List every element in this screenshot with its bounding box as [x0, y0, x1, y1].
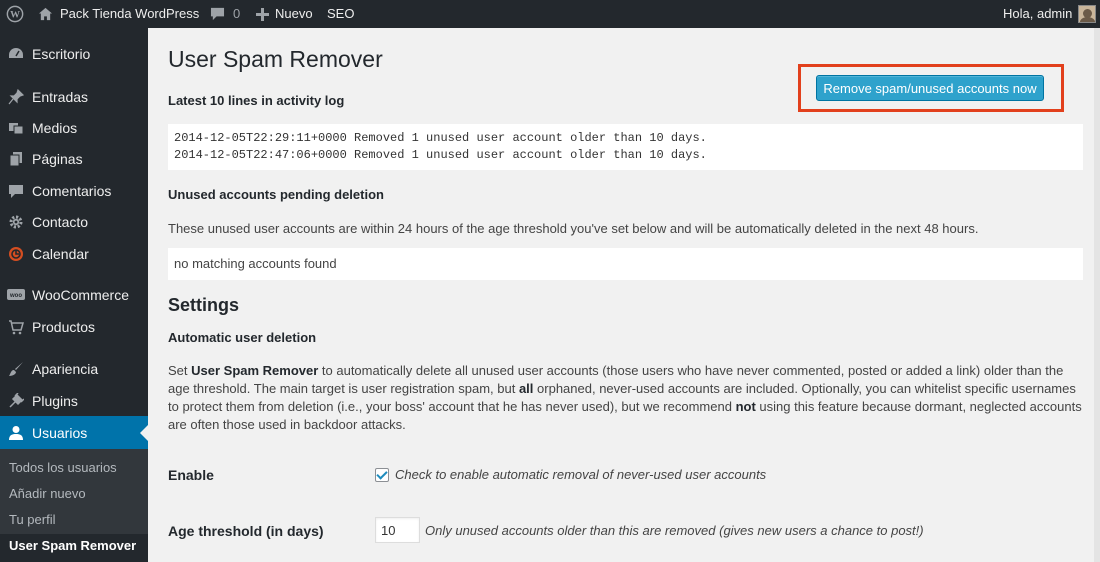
- submenu-user-spam-remover[interactable]: User Spam Remover: [9, 538, 136, 553]
- sidebar-item-plugins[interactable]: Plugins: [0, 386, 148, 416]
- sidebar-item-comentarios[interactable]: Comentarios: [0, 176, 148, 206]
- comments-count: 0: [233, 6, 241, 21]
- sidebar-item-label: Páginas: [32, 151, 83, 167]
- remove-spam-button[interactable]: Remove spam/unused accounts now: [816, 75, 1044, 101]
- sidebar-item-entradas[interactable]: Entradas: [0, 82, 148, 112]
- comments-link[interactable]: 0: [210, 0, 240, 28]
- sidebar-item-calendar[interactable]: Calendar: [0, 239, 148, 269]
- woocommerce-icon: woo: [6, 285, 26, 305]
- submenu-anadir-nuevo[interactable]: Añadir nuevo: [9, 486, 86, 501]
- age-threshold-input[interactable]: [375, 517, 420, 543]
- sidebar-item-usuarios[interactable]: Usuarios: [0, 416, 148, 450]
- new-content-link[interactable]: Nuevo: [256, 0, 313, 28]
- my-account-link[interactable]: Hola, admin: [1003, 0, 1097, 28]
- main-content: User Spam Remover Remove spam/unused acc…: [148, 28, 1094, 562]
- sidebar-item-apariencia[interactable]: Apariencia: [0, 354, 148, 384]
- plugin-name: User Spam Remover: [191, 363, 319, 378]
- auto-deletion-heading: Automatic user deletion: [168, 330, 317, 345]
- sidebar-item-label: Contacto: [32, 214, 89, 230]
- site-name-link[interactable]: Pack Tienda WordPress: [38, 0, 199, 28]
- sidebar-item-label: WooCommerce: [32, 287, 129, 303]
- plus-icon: [256, 7, 269, 21]
- activity-log: 2014-12-05T22:29:11+0000 Removed 1 unuse…: [168, 124, 1083, 170]
- sidebar-item-productos[interactable]: Productos: [0, 312, 148, 342]
- sidebar-item-label: Escritorio: [32, 46, 91, 62]
- media-icon: [6, 118, 26, 138]
- comments-icon: [6, 181, 26, 201]
- new-label: Nuevo: [275, 6, 313, 21]
- home-icon: [38, 7, 53, 21]
- submenu-todos-los-usuarios[interactable]: Todos los usuarios: [9, 460, 117, 475]
- gear-icon: [6, 212, 26, 232]
- sidebar-item-label: Plugins: [32, 393, 78, 409]
- sidebar-item-label: Medios: [32, 120, 78, 136]
- pending-heading: Unused accounts pending deletion: [168, 187, 384, 202]
- admin-sidebar: Escritorio Entradas Medios Páginas Comen…: [0, 28, 148, 562]
- sidebar-item-medios[interactable]: Medios: [0, 113, 148, 143]
- settings-heading: Settings: [168, 295, 240, 315]
- comment-bubble-icon: [210, 7, 225, 21]
- enable-description: Check to enable automatic removal of nev…: [395, 467, 767, 482]
- submenu-tu-perfil[interactable]: Tu perfil: [9, 512, 55, 527]
- users-submenu: Todos los usuarios Añadir nuevo Tu perfi…: [0, 449, 148, 553]
- sidebar-item-label: Productos: [32, 319, 96, 335]
- sidebar-item-label: Apariencia: [32, 361, 99, 377]
- cart-icon: [6, 317, 26, 337]
- description-paragraph: Set User Spam Remover to automatically d…: [168, 363, 1082, 432]
- admin-bar: W Pack Tienda WordPress 0 Nuevo SEO Hola…: [0, 0, 1100, 28]
- enable-checkbox[interactable]: [375, 468, 389, 482]
- scrollbar[interactable]: [1094, 28, 1100, 562]
- pages-icon: [6, 149, 26, 169]
- wordpress-logo-icon[interactable]: W: [6, 0, 24, 28]
- age-threshold-label: Age threshold (in days): [168, 523, 324, 539]
- age-threshold-description: Only unused accounts older than this are…: [425, 523, 924, 538]
- greeting: Hola, admin: [1003, 6, 1073, 21]
- log-heading: Latest 10 lines in activity log: [168, 93, 345, 108]
- sidebar-item-label: Calendar: [32, 246, 89, 262]
- site-name: Pack Tienda WordPress: [60, 6, 200, 21]
- sidebar-item-contacto[interactable]: Contacto: [0, 207, 148, 237]
- pending-text: These unused user accounts are within 24…: [168, 221, 979, 236]
- plugin-icon: [6, 391, 26, 411]
- svg-text:woo: woo: [9, 293, 22, 299]
- seo-link[interactable]: SEO: [327, 0, 354, 28]
- log-line: 2014-12-05T22:47:06+0000 Removed 1 unuse…: [174, 148, 707, 162]
- brush-icon: [6, 359, 26, 379]
- sidebar-item-label: Usuarios: [32, 425, 88, 441]
- seo-label: SEO: [327, 6, 355, 21]
- log-line: 2014-12-05T22:29:11+0000 Removed 1 unuse…: [174, 131, 707, 145]
- dashboard-icon: [6, 44, 26, 64]
- sidebar-item-label: Comentarios: [32, 183, 112, 199]
- enable-label: Enable: [168, 467, 214, 483]
- page-title: User Spam Remover: [168, 46, 383, 72]
- calendar-icon: [6, 244, 26, 264]
- user-icon: [6, 423, 26, 443]
- avatar: [1078, 5, 1097, 23]
- pin-icon: [6, 87, 26, 107]
- sidebar-item-label: Entradas: [32, 89, 89, 105]
- sidebar-item-woocommerce[interactable]: woo WooCommerce: [0, 280, 148, 310]
- sidebar-item-paginas[interactable]: Páginas: [0, 144, 148, 174]
- sidebar-item-escritorio[interactable]: Escritorio: [0, 39, 148, 69]
- svg-text:W: W: [10, 10, 20, 21]
- no-matching-notice: no matching accounts found: [168, 248, 1083, 280]
